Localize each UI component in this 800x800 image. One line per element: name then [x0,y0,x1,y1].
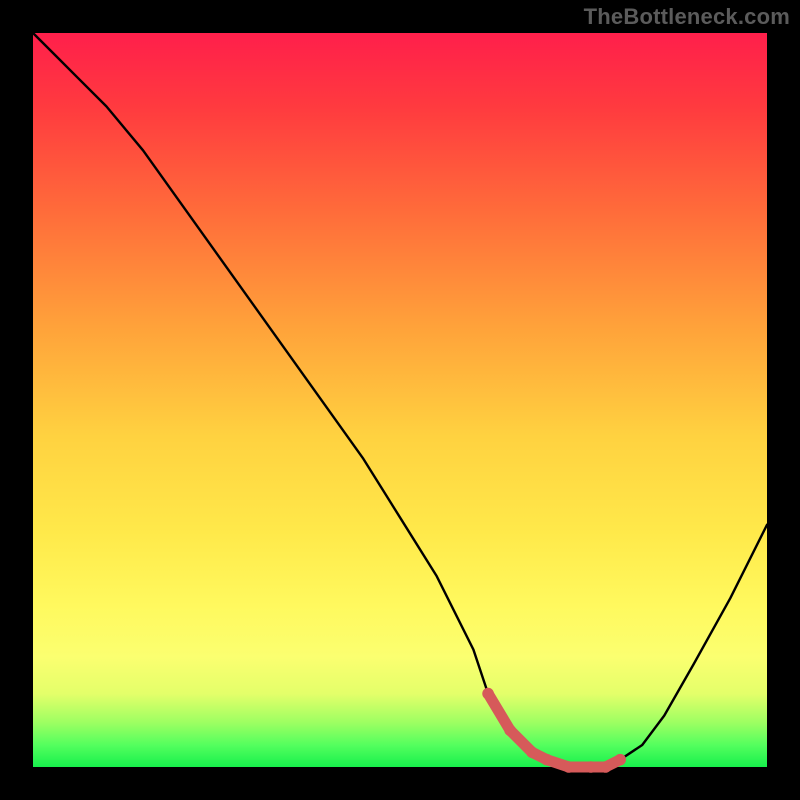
bottom-dot [526,747,538,759]
bottom-dot [600,761,612,773]
chart-frame: TheBottleneck.com [0,0,800,800]
bottom-dot [585,761,597,773]
curve-svg [33,33,767,767]
bottom-dot [541,754,553,766]
bottom-dot [504,725,516,737]
bottom-dot [614,754,626,766]
plot-area [33,33,767,767]
watermark-text: TheBottleneck.com [584,4,790,30]
bottleneck-curve-line [33,33,767,767]
bottom-dot [482,688,494,700]
bottom-dot [563,761,575,773]
